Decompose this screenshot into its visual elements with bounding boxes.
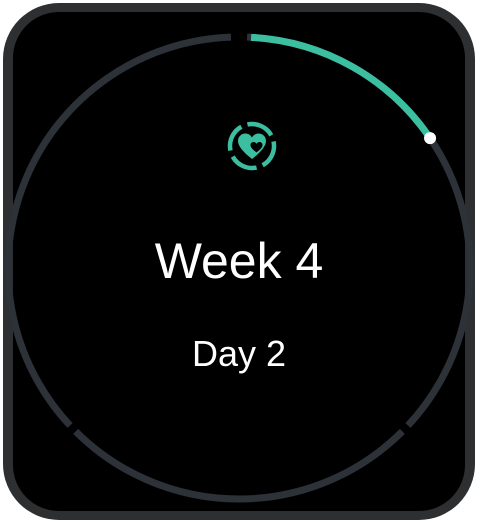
progress-indicator-dot — [424, 132, 437, 145]
week-label: Week 4 — [154, 233, 324, 289]
day-label: Day 2 — [191, 333, 287, 374]
heart-target-icon — [221, 115, 283, 177]
ring-track-segment — [73, 428, 405, 503]
